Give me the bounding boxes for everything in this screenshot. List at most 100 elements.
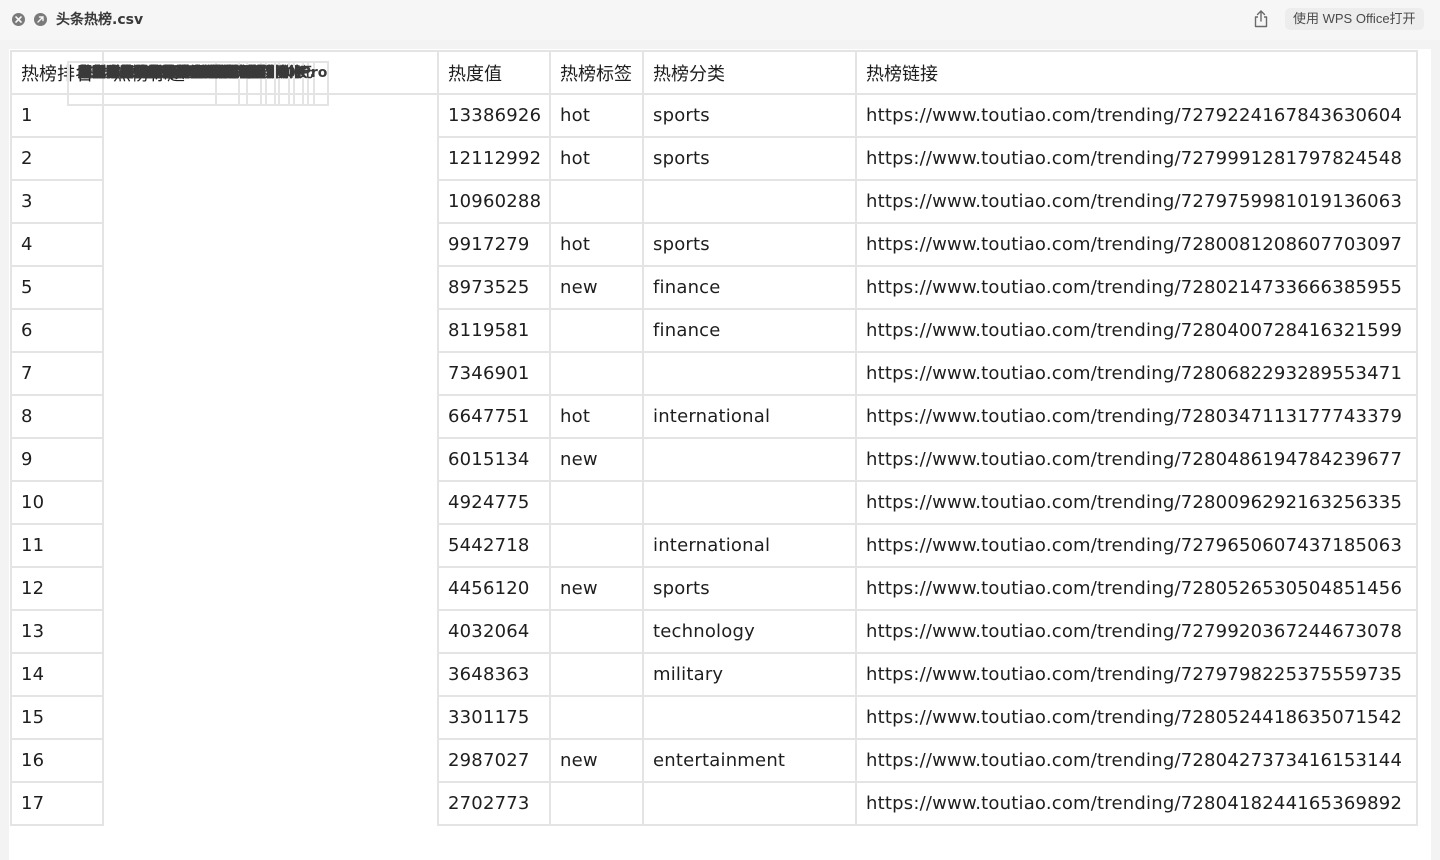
header-cell-category: 热榜分类 — [642, 50, 857, 95]
cell-heat: 6647751 — [437, 394, 551, 439]
cell-url: https://www.toutiao.com/trending/7280400… — [855, 308, 1418, 353]
cell-url: https://www.toutiao.com/trending/7280418… — [855, 781, 1418, 826]
cell-url: https://www.toutiao.com/trending/7280486… — [855, 437, 1418, 482]
cell-rank: 11 — [10, 523, 104, 568]
cell-heat: 6015134 — [437, 437, 551, 482]
cell-rank: 4 — [10, 222, 104, 267]
quicklook-window: 头条热榜.csv 使用 WPS Office打开 热榜排名 热榜标题 热度值 热… — [0, 0, 1440, 860]
cell-category: military — [642, 652, 857, 697]
cell-heat: 4924775 — [437, 480, 551, 525]
cell-heat: 5442718 — [437, 523, 551, 568]
cell-url: https://www.toutiao.com/trending/7279224… — [855, 93, 1418, 138]
cell-tag — [549, 781, 644, 826]
cell-tag — [549, 480, 644, 525]
open-with-wps-button[interactable]: 使用 WPS Office打开 — [1285, 8, 1424, 30]
cell-url: https://www.toutiao.com/trending/7280081… — [855, 222, 1418, 267]
window-title: 头条热榜.csv — [56, 12, 144, 28]
cell-tag: new — [549, 265, 644, 310]
cell-rank: 10 — [10, 480, 104, 525]
cell-category: sports — [642, 566, 857, 611]
cell-heat: 7346901 — [437, 351, 551, 396]
cell-tag — [549, 179, 644, 224]
cell-url: https://www.toutiao.com/trending/7279920… — [855, 609, 1418, 654]
cell-rank: 16 — [10, 738, 104, 783]
cell-url: https://www.toutiao.com/trending/7280682… — [855, 351, 1418, 396]
cell-url: https://www.toutiao.com/trending/7280427… — [855, 738, 1418, 783]
cell-heat: 4032064 — [437, 609, 551, 654]
cell-heat: 3301175 — [437, 695, 551, 740]
fullscreen-icon[interactable] — [34, 13, 47, 26]
cell-tag: hot — [549, 93, 644, 138]
cell-category — [642, 351, 857, 396]
cell-tag — [549, 351, 644, 396]
cell-heat: 3648363 — [437, 652, 551, 697]
title-bar: 头条热榜.csv 使用 WPS Office打开 — [0, 0, 1440, 40]
cell-tag: new — [549, 437, 644, 482]
table-row: 4 李毅点赞：年轻的小伙子们值得期待 9917279 hot sports https:/… — [10, 61, 1418, 267]
cell-heat: 8119581 — [437, 308, 551, 353]
cell-tag: hot — [549, 222, 644, 267]
cell-rank: 6 — [10, 308, 104, 353]
cell-tag — [549, 609, 644, 654]
table-row: 9 护照号EL开头是老赖？官方辟谣 6015134 new https://www.to… — [10, 61, 1418, 482]
table-row: 17 女童溺水后被垂钓者急救引非议 2702773 https://www.touti… — [10, 61, 1418, 826]
csv-preview[interactable]: 热榜排名 热榜标题 热度值 热榜标签 热榜分类 热榜链接 1 亚运国足5-1大胜印… — [9, 49, 1431, 860]
cell-url: https://www.toutiao.com/trending/7279759… — [855, 179, 1418, 224]
cell-url: https://www.toutiao.com/trending/7280526… — [855, 566, 1418, 611]
cell-category — [642, 480, 857, 525]
cell-heat: 2702773 — [437, 781, 551, 826]
cell-rank: 9 — [10, 437, 104, 482]
cell-tag: hot — [549, 394, 644, 439]
table-row: 5 国内油价或创年内最大涨幅 8973525 new finance https://ww… — [10, 61, 1418, 310]
cell-category: sports — [642, 93, 857, 138]
table-row: 3 中国代表团本届亚运会首战告捷 10960288 https://www.touti… — [10, 61, 1418, 224]
cell-category: sports — [642, 136, 857, 181]
header-cell-url: 热榜链接 — [855, 50, 1418, 95]
close-icon[interactable] — [12, 13, 25, 26]
cell-tag — [549, 695, 644, 740]
cell-category: international — [642, 394, 857, 439]
cell-category: international — [642, 523, 857, 568]
cell-url: https://www.toutiao.com/trending/7280096… — [855, 480, 1418, 525]
cell-category — [642, 695, 857, 740]
table-row: 14 美军失踪F-35战机被找到 3648363 military https://ww… — [10, 61, 1418, 697]
cell-title: 女童溺水后被垂钓者急救引非议 — [67, 61, 276, 106]
share-icon[interactable] — [1250, 8, 1272, 30]
cell-url: https://www.toutiao.com/trending/7280347… — [855, 394, 1418, 439]
cell-category: finance — [642, 265, 857, 310]
header-cell-heat: 热度值 — [437, 50, 551, 95]
cell-rank: 8 — [10, 394, 104, 439]
cell-rank: 13 — [10, 609, 104, 654]
cell-category — [642, 781, 857, 826]
table-row: 8 中美高层会晤后双方通稿释放何信号 6647751 hot international… — [10, 61, 1418, 439]
cell-url: https://www.toutiao.com/trending/7280214… — [855, 265, 1418, 310]
cell-rank: 2 — [10, 136, 104, 181]
table-row: 16 网友自曝被秦奋侵害进医院急救 2987027 new entertainment h… — [10, 61, 1418, 783]
cell-url: https://www.toutiao.com/trending/7279991… — [855, 136, 1418, 181]
cell-category: sports — [642, 222, 857, 267]
cell-category: technology — [642, 609, 857, 654]
cell-heat: 2987027 — [437, 738, 551, 783]
cell-tag — [549, 652, 644, 697]
cell-tag: new — [549, 566, 644, 611]
cell-category: entertainment — [642, 738, 857, 783]
table-row: 6 融创中国在纽约申请破产保护 8119581 finance https://www.… — [10, 61, 1418, 353]
cell-tag: new — [549, 738, 644, 783]
table-row: 2 男足亚运队5进球中有4球与国安有关 12112992 hot sports https… — [10, 61, 1418, 181]
cell-tag — [549, 523, 644, 568]
header-cell-tag: 热榜标签 — [549, 50, 644, 95]
cell-tag: hot — [549, 136, 644, 181]
cell-rank: 7 — [10, 351, 104, 396]
table-row: 13 赵明用荣耀V Purse对比Mate60 Pro 4032064 technol… — [10, 61, 1418, 654]
table-row: 10 官方回应药品在药店82元网上卖20元 4924775 https://www.t… — [10, 61, 1418, 525]
cell-category: finance — [642, 308, 857, 353]
cell-url: https://www.toutiao.com/trending/7279798… — [855, 652, 1418, 697]
cell-rank: 14 — [10, 652, 104, 697]
cell-rank: 15 — [10, 695, 104, 740]
cell-heat: 10960288 — [437, 179, 551, 224]
cell-heat: 4456120 — [437, 566, 551, 611]
table-row: 7 石家庄女子高坠死亡 警方：排除他杀 7346901 https://www.tou… — [10, 61, 1418, 396]
table-row: 15 29岁女子带百天女儿跳河轻生 3301175 https://www.touti… — [10, 61, 1418, 740]
cell-heat: 8973525 — [437, 265, 551, 310]
cell-heat: 12112992 — [437, 136, 551, 181]
